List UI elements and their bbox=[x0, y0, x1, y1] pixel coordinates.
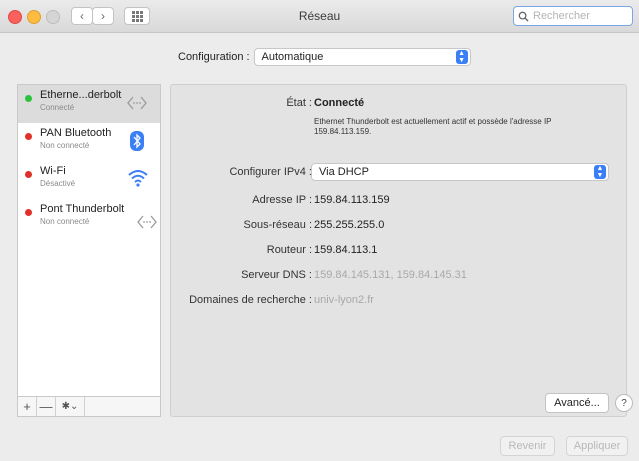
action-menu-button[interactable]: ✱⌄ bbox=[56, 397, 85, 416]
ip-value: 159.84.113.159 bbox=[314, 194, 390, 206]
configuration-select[interactable]: Automatique ▲ ▼ bbox=[253, 48, 471, 66]
help-button[interactable]: ? bbox=[615, 394, 633, 412]
subnet-value: 255.255.255.0 bbox=[314, 219, 385, 231]
search-input[interactable] bbox=[531, 9, 631, 23]
service-status: Connecté bbox=[40, 103, 75, 112]
status-dot bbox=[25, 171, 32, 178]
bluetooth-icon bbox=[130, 131, 144, 151]
subnet-label: Sous-réseau : bbox=[243, 219, 312, 231]
configuration-label: Configuration : bbox=[178, 51, 250, 63]
service-item-thunderbolt-bridge[interactable]: Pont Thunderbolt Non connecté bbox=[18, 199, 160, 237]
ipv4-value: Via DHCP bbox=[319, 166, 369, 178]
service-name: Etherne...derbolt bbox=[40, 89, 122, 101]
service-name: Pont Thunderbolt bbox=[40, 203, 125, 215]
stepper-arrows-icon: ▲ ▼ bbox=[594, 165, 606, 179]
state-value: Connecté bbox=[314, 97, 365, 109]
title-bar: ‹ › Réseau bbox=[0, 0, 639, 33]
advanced-button[interactable]: Avancé... bbox=[545, 393, 609, 413]
search-icon bbox=[518, 11, 529, 22]
configuration-row: Configuration : Automatique ▲ ▼ bbox=[178, 48, 471, 66]
stepper-arrows-icon: ▲ ▼ bbox=[455, 50, 468, 64]
apply-button[interactable]: Appliquer bbox=[566, 436, 628, 456]
ipv4-label: Configurer IPv4 : bbox=[229, 166, 312, 178]
router-value: 159.84.113.1 bbox=[314, 244, 378, 256]
state-description: Ethernet Thunderbolt est actuellement ac… bbox=[314, 117, 552, 136]
status-dot bbox=[25, 209, 32, 216]
search-field[interactable] bbox=[513, 6, 633, 26]
search-domains-label: Domaines de recherche : bbox=[189, 294, 312, 306]
dns-label: Serveur DNS : bbox=[241, 269, 312, 281]
state-label: État : bbox=[286, 97, 312, 109]
dns-value: 159.84.145.131, 159.84.145.31 bbox=[314, 269, 467, 281]
service-status: Désactivé bbox=[40, 179, 76, 188]
service-status: Non connecté bbox=[40, 141, 90, 150]
ipv4-select[interactable]: Via DHCP ▲ ▼ bbox=[311, 163, 609, 181]
revert-button[interactable]: Revenir bbox=[500, 436, 555, 456]
ethernet-icon bbox=[137, 215, 157, 229]
service-list: Etherne...derbolt Connecté PAN Bluetooth… bbox=[17, 84, 161, 397]
search-domains-value: univ-lyon2.fr bbox=[314, 294, 374, 306]
service-name: Wi-Fi bbox=[40, 165, 66, 177]
ip-label: Adresse IP : bbox=[252, 194, 312, 206]
configuration-value: Automatique bbox=[261, 51, 324, 63]
status-dot bbox=[25, 95, 32, 102]
service-name: PAN Bluetooth bbox=[40, 127, 112, 139]
details-panel: État : Connecté Ethernet Thunderbolt est… bbox=[170, 84, 633, 417]
service-status: Non connecté bbox=[40, 217, 90, 226]
wifi-icon bbox=[128, 170, 148, 187]
status-dot bbox=[25, 133, 32, 140]
router-label: Routeur : bbox=[266, 244, 312, 256]
service-item-ethernet[interactable]: Etherne...derbolt Connecté bbox=[18, 85, 160, 123]
service-item-wifi[interactable]: Wi-Fi Désactivé bbox=[18, 161, 160, 199]
add-service-button[interactable]: + bbox=[18, 397, 37, 416]
ethernet-icon bbox=[127, 96, 147, 110]
remove-service-button[interactable]: — bbox=[37, 397, 56, 416]
service-list-toolbar: + — ✱⌄ bbox=[17, 397, 161, 417]
service-item-bluetooth[interactable]: PAN Bluetooth Non connecté bbox=[18, 123, 160, 161]
